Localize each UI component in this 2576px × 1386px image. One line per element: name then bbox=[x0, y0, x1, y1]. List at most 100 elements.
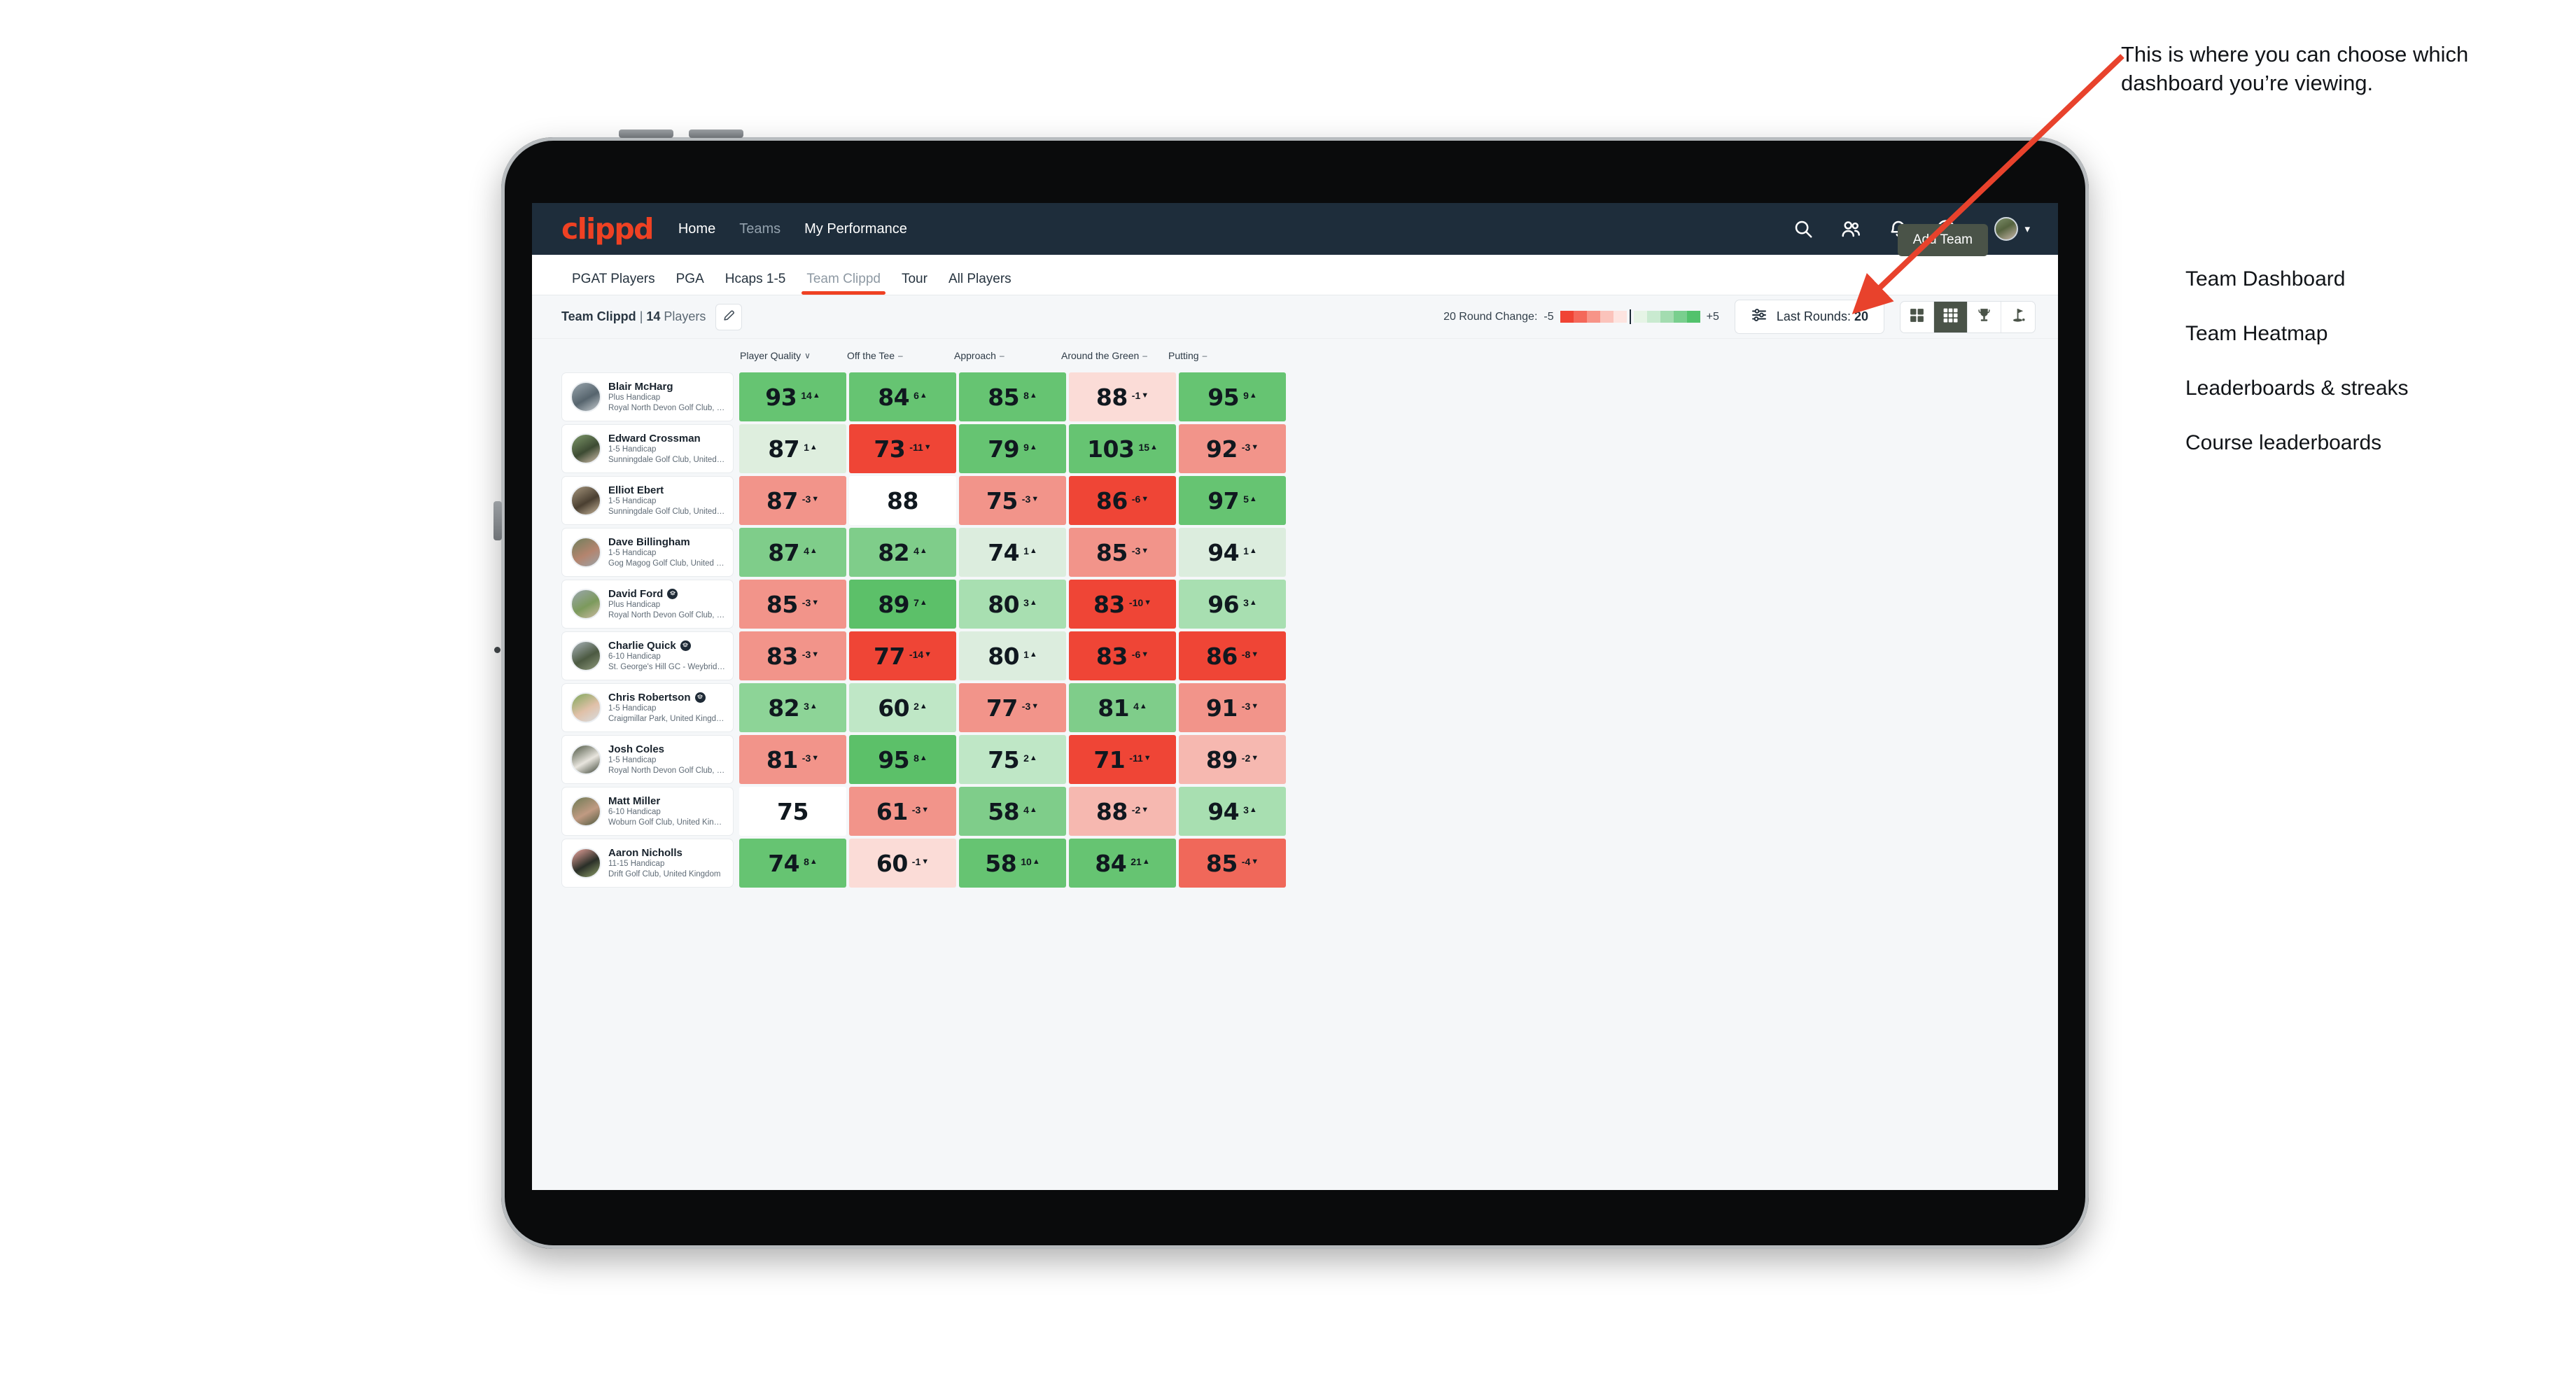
nav-link-teams[interactable]: Teams bbox=[739, 221, 780, 237]
column-header-around-the-green[interactable]: Around the Green – bbox=[1055, 350, 1162, 361]
heatmap-cell[interactable]: 85 -4 ▼ bbox=[1179, 839, 1286, 888]
nav-link-home[interactable]: Home bbox=[678, 221, 715, 237]
heatmap-cell[interactable]: 89 -2 ▼ bbox=[1179, 735, 1286, 784]
heatmap-cell[interactable]: 86 -8 ▼ bbox=[1179, 631, 1286, 680]
table-row[interactable]: Charlie Quick 6-10 Handicap St. George's H… bbox=[561, 631, 2030, 680]
column-label: Off the Tee bbox=[847, 350, 895, 361]
heatmap-cell[interactable]: 97 5 ▲ bbox=[1179, 476, 1286, 525]
player-card[interactable]: Edward Crossman 1-5 Handicap Sunningdale G… bbox=[561, 424, 734, 473]
volume-down-button[interactable] bbox=[689, 130, 743, 138]
heatmap-cell[interactable]: 88 -2 ▼ bbox=[1069, 787, 1176, 836]
heatmap-cell[interactable]: 83 -3 ▼ bbox=[739, 631, 846, 680]
player-card[interactable]: Elliot Ebert 1-5 Handicap Sunningdale Golf… bbox=[561, 476, 734, 525]
user-menu[interactable]: ▾ bbox=[1994, 217, 2030, 241]
heatmap-cell[interactable]: 81 -3 ▼ bbox=[739, 735, 846, 784]
heatmap-cell[interactable]: 82 4 ▲ bbox=[849, 528, 956, 577]
player-card[interactable]: Chris Robertson 1-5 Handicap Craigmillar P… bbox=[561, 683, 734, 732]
heatmap-cell[interactable]: 82 3 ▲ bbox=[739, 683, 846, 732]
heatmap-cell[interactable]: 79 9 ▲ bbox=[959, 424, 1066, 473]
player-card[interactable]: Charlie Quick 6-10 Handicap St. George's H… bbox=[561, 631, 734, 680]
heatmap-cell[interactable]: 87 1 ▲ bbox=[739, 424, 846, 473]
heatmap-cell[interactable]: 80 1 ▲ bbox=[959, 631, 1066, 680]
heatmap-cell[interactable]: 89 7 ▲ bbox=[849, 580, 956, 629]
player-card[interactable]: Matt Miller 6-10 Handicap Woburn Golf Club… bbox=[561, 787, 734, 836]
table-row[interactable]: Matt Miller 6-10 Handicap Woburn Golf Club… bbox=[561, 787, 2030, 836]
power-button[interactable] bbox=[493, 501, 502, 540]
player-card[interactable]: Dave Billingham 1-5 Handicap Gog Magog Gol… bbox=[561, 528, 734, 577]
cell-delta-value: 6 bbox=[913, 390, 919, 401]
tab-team-clippd[interactable]: Team Clippd bbox=[796, 272, 891, 295]
column-header-approach[interactable]: Approach – bbox=[948, 350, 1055, 361]
column-header-putting[interactable]: Putting – bbox=[1162, 350, 1269, 361]
heatmap-cell[interactable]: 58 10 ▲ bbox=[959, 839, 1066, 888]
player-card[interactable]: Aaron Nicholls 11-15 Handicap Drift Golf C… bbox=[561, 839, 734, 888]
heatmap-cell[interactable]: 95 8 ▲ bbox=[849, 735, 956, 784]
golf-flag-icon-button[interactable] bbox=[2001, 302, 2035, 332]
heatmap-cell[interactable]: 75 2 ▲ bbox=[959, 735, 1066, 784]
trophy-icon-button[interactable] bbox=[1968, 301, 2001, 332]
heatmap-cell[interactable]: 85 -3 ▼ bbox=[739, 580, 846, 629]
add-team-button[interactable]: Add Team bbox=[1897, 224, 1988, 256]
people-icon[interactable] bbox=[1840, 218, 1861, 239]
heatmap-cell[interactable]: 77 -14 ▼ bbox=[849, 631, 956, 680]
table-row[interactable]: Edward Crossman 1-5 Handicap Sunningdale G… bbox=[561, 424, 2030, 473]
heatmap-cell[interactable]: 84 21 ▲ bbox=[1069, 839, 1176, 888]
heatmap-cell[interactable]: 84 6 ▲ bbox=[849, 372, 956, 421]
rounds-filter-button[interactable]: Last Rounds: 20 bbox=[1734, 300, 1884, 334]
heatmap-cell[interactable]: 86 -6 ▼ bbox=[1069, 476, 1176, 525]
heatmap-cell[interactable]: 83 -10 ▼ bbox=[1069, 580, 1176, 629]
heatmap-cell[interactable]: 71 -11 ▼ bbox=[1069, 735, 1176, 784]
heatmap-cell[interactable]: 85 -3 ▼ bbox=[1069, 528, 1176, 577]
table-row[interactable]: Elliot Ebert 1-5 Handicap Sunningdale Golf… bbox=[561, 476, 2030, 525]
heatmap-cell[interactable]: 94 1 ▲ bbox=[1179, 528, 1286, 577]
heatmap-cell[interactable]: 74 8 ▲ bbox=[739, 839, 846, 888]
heatmap-cell[interactable]: 103 15 ▲ bbox=[1069, 424, 1176, 473]
heatmap-cell[interactable]: 96 3 ▲ bbox=[1179, 580, 1286, 629]
table-row[interactable]: Dave Billingham 1-5 Handicap Gog Magog Gol… bbox=[561, 528, 2030, 577]
grid-4-icon-button[interactable] bbox=[1900, 301, 1934, 332]
heatmap-cell[interactable]: 87 4 ▲ bbox=[739, 528, 846, 577]
heatmap-cell[interactable]: 60 -1 ▼ bbox=[849, 839, 956, 888]
search-icon[interactable] bbox=[1793, 218, 1814, 239]
column-header-player-quality[interactable]: Player Quality ∨ bbox=[734, 350, 841, 361]
heatmap-cell[interactable]: 81 4 ▲ bbox=[1069, 683, 1176, 732]
heatmap-cell[interactable]: 61 -3 ▼ bbox=[849, 787, 956, 836]
tab-pgat-players[interactable]: PGAT Players bbox=[561, 272, 666, 295]
tab-all-players[interactable]: All Players bbox=[938, 272, 1022, 295]
heatmap-cell[interactable]: 83 -6 ▼ bbox=[1069, 631, 1176, 680]
heatmap-cell[interactable]: 73 -11 ▼ bbox=[849, 424, 956, 473]
tab-hcaps-1-5[interactable]: Hcaps 1-5 bbox=[715, 272, 797, 295]
volume-up-button[interactable] bbox=[619, 130, 673, 138]
heatmap-cell[interactable]: 58 4 ▲ bbox=[959, 787, 1066, 836]
table-row[interactable]: David Ford Plus Handicap Royal North Devon… bbox=[561, 580, 2030, 629]
heatmap-cell[interactable]: 94 3 ▲ bbox=[1179, 787, 1286, 836]
clippd-logo[interactable]: clippd bbox=[561, 212, 654, 246]
heatmap-cell[interactable]: 92 -3 ▼ bbox=[1179, 424, 1286, 473]
heatmap-cell[interactable]: 60 2 ▲ bbox=[849, 683, 956, 732]
table-row[interactable]: Chris Robertson 1-5 Handicap Craigmillar P… bbox=[561, 683, 2030, 732]
heatmap-cell[interactable]: 87 -3 ▼ bbox=[739, 476, 846, 525]
heatmap-cell[interactable]: 95 9 ▲ bbox=[1179, 372, 1286, 421]
table-row[interactable]: Blair McHarg Plus Handicap Royal North Dev… bbox=[561, 372, 2030, 421]
heatmap-cell[interactable]: 80 3 ▲ bbox=[959, 580, 1066, 629]
heatmap-cell[interactable]: 85 8 ▲ bbox=[959, 372, 1066, 421]
player-card[interactable]: Blair McHarg Plus Handicap Royal North Dev… bbox=[561, 372, 734, 421]
heatmap-cell[interactable]: 75 -3 ▼ bbox=[959, 476, 1066, 525]
heatmap-cell[interactable]: 77 -3 ▼ bbox=[959, 683, 1066, 732]
nav-link-my-performance[interactable]: My Performance bbox=[804, 221, 907, 237]
heatmap-cell[interactable]: 88 bbox=[849, 476, 956, 525]
column-header-off-the-tee[interactable]: Off the Tee – bbox=[841, 350, 948, 361]
heatmap-cell[interactable]: 91 -3 ▼ bbox=[1179, 683, 1286, 732]
tab-pga[interactable]: PGA bbox=[666, 272, 715, 295]
heatmap-cell[interactable]: 75 bbox=[739, 787, 846, 836]
player-card[interactable]: Josh Coles 1-5 Handicap Royal North Devon … bbox=[561, 735, 734, 784]
player-card[interactable]: David Ford Plus Handicap Royal North Devon… bbox=[561, 580, 734, 629]
grid-9-icon-button[interactable] bbox=[1934, 301, 1968, 332]
table-row[interactable]: Josh Coles 1-5 Handicap Royal North Devon … bbox=[561, 735, 2030, 784]
tab-tour[interactable]: Tour bbox=[891, 272, 938, 295]
heatmap-cell[interactable]: 88 -1 ▼ bbox=[1069, 372, 1176, 421]
edit-team-button[interactable] bbox=[715, 303, 743, 330]
heatmap-cell[interactable]: 74 1 ▲ bbox=[959, 528, 1066, 577]
heatmap-cell[interactable]: 93 14 ▲ bbox=[739, 372, 846, 421]
table-row[interactable]: Aaron Nicholls 11-15 Handicap Drift Golf C… bbox=[561, 839, 2030, 888]
